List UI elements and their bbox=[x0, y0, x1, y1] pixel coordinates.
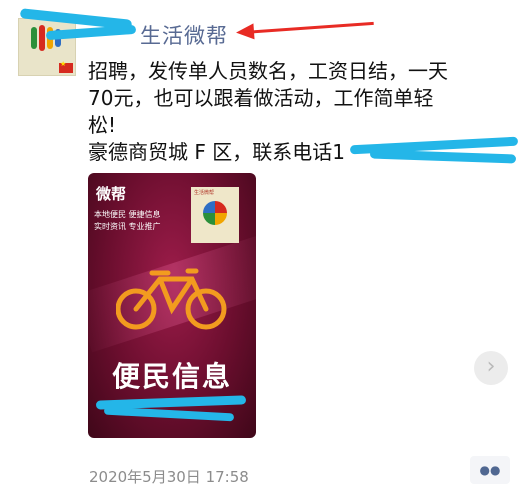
card-brand-word: 微帮 bbox=[96, 185, 127, 203]
annotation-arrow-icon bbox=[243, 21, 374, 34]
avatar-logo-stripe bbox=[31, 27, 37, 49]
post-text: 招聘，发传单人员数名，工资日结，一天 70元，也可以跟着做活动，工作简单轻 松!… bbox=[88, 58, 508, 166]
more-dots-icon: ●● bbox=[479, 463, 501, 477]
card-slogan: 本地便民 bbox=[94, 210, 126, 219]
post-text-line: 招聘，发传单人员数名，工资日结，一天 bbox=[88, 59, 448, 83]
card-title: 便民信息 bbox=[111, 360, 232, 393]
avatar-logo-stripe bbox=[39, 25, 45, 51]
card-slogan: 便捷信息 bbox=[128, 210, 161, 219]
post-text-line: 70元，也可以跟着做活动，工作简单轻 bbox=[88, 86, 434, 110]
bicycle-icon bbox=[116, 268, 227, 330]
qr-caption: 生活微帮 bbox=[194, 190, 215, 196]
china-flag-icon: ★ bbox=[59, 60, 73, 73]
avatar[interactable]: ★ bbox=[18, 18, 76, 76]
card-slogan: 实时资讯 bbox=[94, 222, 126, 231]
qr-logo-icon bbox=[203, 201, 227, 225]
post-text-line: 松! bbox=[88, 113, 117, 137]
post-timestamp: 2020年5月30日 17:58 bbox=[89, 468, 249, 486]
card-qr-code: 生活微帮 bbox=[191, 187, 239, 243]
card-slogan: 专业推广 bbox=[128, 222, 161, 231]
next-image-button[interactable]: › bbox=[474, 351, 508, 385]
annotation-arrow-head-icon bbox=[235, 23, 255, 41]
chevron-right-icon: › bbox=[486, 354, 496, 379]
card-slogans: 本地便民 便捷信息 实时资讯 专业推广 bbox=[94, 209, 184, 233]
author-name[interactable]: 生活微帮 bbox=[140, 20, 228, 50]
more-options-button[interactable]: ●● bbox=[470, 456, 510, 484]
